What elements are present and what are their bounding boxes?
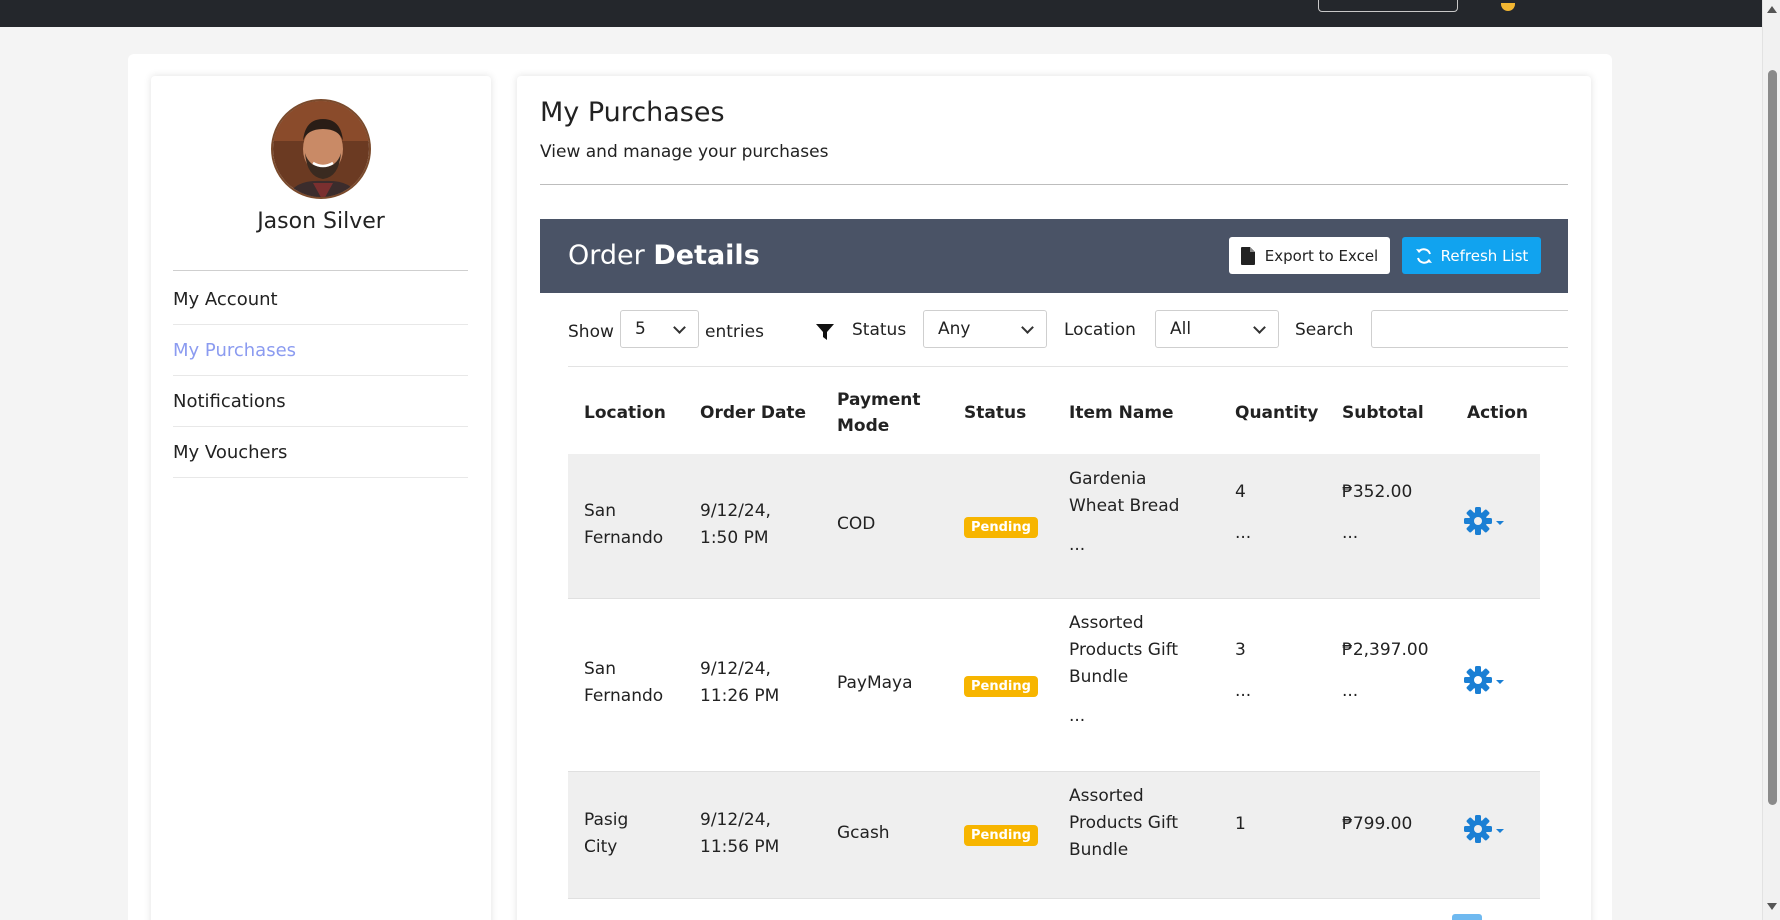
refresh-list-button[interactable]: Refresh List (1402, 237, 1541, 274)
page-subtitle: View and manage your purchases (540, 142, 829, 162)
order-details-title: Order Details (568, 240, 760, 271)
status-label: Status (852, 320, 907, 340)
sidebar-item-my-vouchers[interactable]: My Vouchers (173, 427, 468, 478)
col-quantity[interactable]: Quantity (1235, 400, 1318, 426)
scrollbar-thumb[interactable] (1768, 70, 1777, 805)
row-payment-mode: COD (837, 514, 876, 534)
show-label: Show (568, 322, 614, 342)
row-location: San Fernando (584, 659, 664, 706)
status-badge: Pending (964, 825, 1038, 846)
row-location: Pasig City (584, 810, 629, 857)
row-order-date: 9/12/24, 11:26 PM (700, 659, 780, 706)
col-payment-mode-2[interactable]: Mode (837, 413, 889, 439)
col-order-date[interactable]: Order Date (700, 400, 806, 426)
page-title: My Purchases (540, 97, 725, 128)
row-quantity: 4 (1235, 482, 1246, 502)
table-row: San Fernando 9/12/24, 11:26 PM PayMaya Pen… (568, 599, 1540, 772)
row-subtotal: ₱2,397.00 (1342, 640, 1429, 660)
row-payment-mode: PayMaya (837, 673, 913, 693)
row-subtotal-more: ... (1342, 681, 1359, 701)
status-value: Any (938, 319, 971, 339)
profile-sidebar: Jason Silver My Account My Purchases Not… (151, 76, 491, 920)
col-status[interactable]: Status (964, 400, 1026, 426)
order-details-header: Order Details Export to Excel Refresh Li… (540, 219, 1568, 293)
col-payment-mode-1[interactable]: Payment (837, 387, 921, 413)
search-input[interactable] (1371, 310, 1568, 348)
entries-select[interactable]: 5 (620, 310, 699, 348)
chevron-down-icon (1253, 321, 1266, 334)
user-name: Jason Silver (257, 209, 385, 234)
location-label: Location (1064, 320, 1136, 340)
partial-element (1452, 914, 1482, 920)
row-item-name: Assorted Products Gift Bundle (1069, 613, 1179, 687)
col-subtotal[interactable]: Subtotal (1342, 400, 1424, 426)
divider (540, 184, 1568, 185)
navbar-avatar-icon[interactable] (1501, 3, 1515, 11)
sidebar-item-my-purchases[interactable]: My Purchases (173, 325, 468, 376)
col-action: Action (1467, 403, 1528, 423)
divider (173, 270, 468, 271)
row-location: San Fernando (584, 501, 664, 548)
gear-icon[interactable] (1464, 814, 1508, 844)
chevron-down-icon (673, 321, 686, 334)
entries-label: entries (705, 322, 764, 342)
page-scrollbar[interactable] (1762, 0, 1780, 920)
status-select[interactable]: Any (923, 310, 1047, 348)
export-to-excel-button[interactable]: Export to Excel (1229, 237, 1390, 274)
row-item-more: ... (1069, 535, 1086, 555)
table-row: San Fernando 9/12/24, 1:50 PM COD Pending … (568, 454, 1540, 599)
search-label: Search (1295, 320, 1354, 340)
row-item-name: Gardenia Wheat Bread (1069, 469, 1180, 516)
refresh-label: Refresh List (1440, 246, 1529, 265)
table-row: Pasig City 9/12/24, 11:56 PM Gcash Pending… (568, 772, 1540, 899)
row-item-name: Assorted Products Gift Bundle (1069, 786, 1179, 860)
status-badge: Pending (964, 676, 1038, 697)
divider (568, 366, 1568, 367)
sidebar-item-my-account[interactable]: My Account (173, 274, 468, 325)
row-payment-mode: Gcash (837, 823, 890, 843)
location-select[interactable]: All (1155, 310, 1279, 348)
table-filters: Show 5 entries Status Any Location All S… (568, 310, 1568, 354)
status-badge: Pending (964, 517, 1038, 538)
row-quantity: 3 (1235, 640, 1246, 660)
order-title-bold: Details (653, 240, 760, 271)
row-subtotal: ₱799.00 (1342, 814, 1413, 834)
account-nav: My Account My Purchases Notifications My… (173, 274, 468, 478)
row-order-date: 9/12/24, 1:50 PM (700, 501, 771, 548)
row-quantity-more: ... (1235, 681, 1252, 701)
row-subtotal-more: ... (1342, 523, 1359, 543)
scroll-down-arrow-icon[interactable] (1767, 903, 1777, 910)
avatar (271, 99, 371, 199)
filter-icon (816, 324, 834, 340)
order-title-light: Order (568, 240, 645, 271)
row-quantity: 1 (1235, 814, 1246, 834)
file-icon (1240, 246, 1255, 265)
row-quantity-more: ... (1235, 523, 1252, 543)
gear-icon[interactable] (1464, 665, 1508, 695)
export-label: Export to Excel (1264, 246, 1379, 265)
row-subtotal: ₱352.00 (1342, 482, 1413, 502)
row-item-more: ... (1069, 706, 1086, 726)
row-order-date: 9/12/24, 11:56 PM (700, 810, 780, 857)
chevron-down-icon (1021, 321, 1034, 334)
entries-value: 5 (635, 319, 646, 339)
sidebar-item-notifications[interactable]: Notifications (173, 376, 468, 427)
gear-icon[interactable] (1464, 506, 1508, 536)
navbar-button[interactable] (1318, 0, 1458, 12)
scroll-up-arrow-icon[interactable] (1767, 6, 1777, 13)
location-value: All (1170, 319, 1192, 339)
col-item-name[interactable]: Item Name (1069, 400, 1174, 426)
refresh-icon (1415, 247, 1432, 264)
top-navbar (0, 0, 1762, 27)
col-location[interactable]: Location (584, 400, 666, 426)
